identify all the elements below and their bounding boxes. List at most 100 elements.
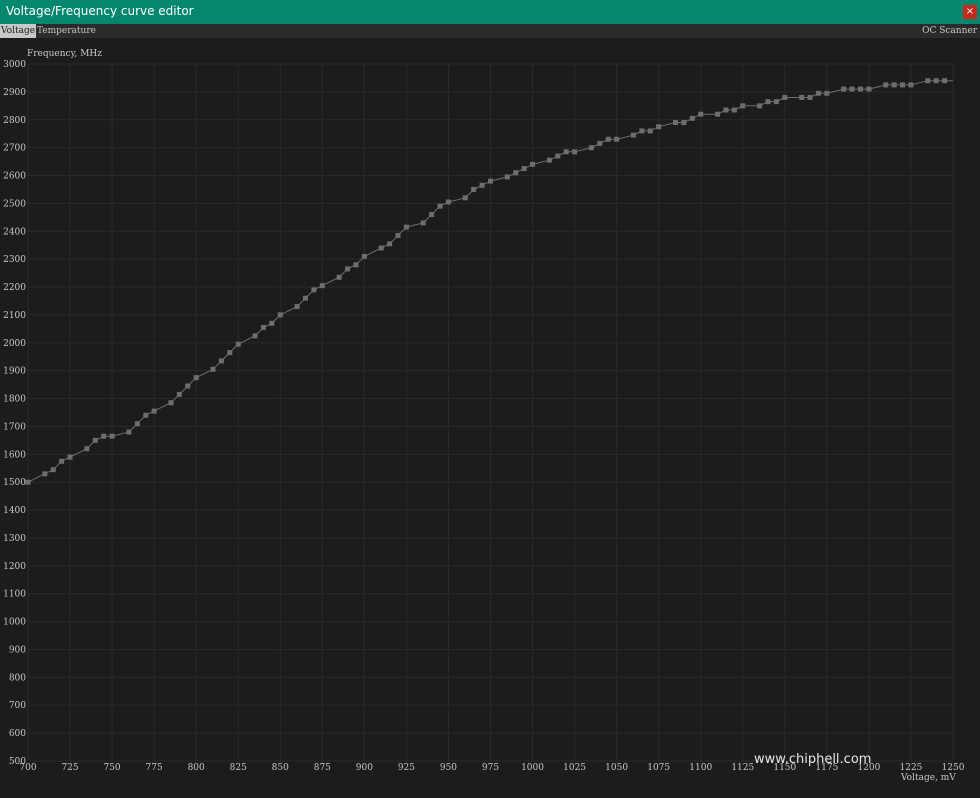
vf-point[interactable] [92, 437, 98, 443]
vf-point[interactable] [933, 78, 939, 84]
vf-point[interactable] [866, 86, 872, 92]
vf-point[interactable] [841, 86, 847, 92]
vf-point[interactable] [319, 283, 325, 289]
vf-point[interactable] [815, 90, 821, 96]
vf-point[interactable] [900, 82, 906, 88]
vf-point[interactable] [521, 166, 527, 172]
tab-voltage[interactable]: Voltage [0, 24, 37, 38]
vf-point[interactable] [588, 145, 594, 151]
vf-point[interactable] [908, 82, 914, 88]
vf-point[interactable] [311, 287, 317, 293]
oc-scanner-button[interactable]: OC Scanner [921, 24, 978, 38]
vf-point[interactable] [462, 195, 468, 201]
vf-point[interactable] [555, 153, 561, 159]
y-tick-label: 3000 [3, 60, 26, 70]
vf-point[interactable] [185, 383, 191, 389]
vf-point[interactable] [42, 471, 48, 477]
vf-point[interactable] [799, 94, 805, 100]
y-tick-label: 1700 [3, 422, 26, 432]
vf-point[interactable] [849, 86, 855, 92]
y-tick-label: 2000 [3, 339, 26, 349]
vf-point[interactable] [647, 128, 653, 134]
vf-point[interactable] [134, 421, 140, 427]
tab-temperature[interactable]: Temperature [36, 24, 97, 38]
vf-point[interactable] [630, 132, 636, 138]
vf-point[interactable] [773, 99, 779, 105]
vf-point[interactable] [740, 103, 746, 109]
vf-point[interactable] [504, 174, 510, 180]
vf-point[interactable] [260, 324, 266, 330]
vf-point[interactable] [513, 170, 519, 176]
vf-point[interactable] [824, 90, 830, 96]
vf-point[interactable] [252, 333, 258, 339]
vf-point[interactable] [546, 157, 552, 163]
vf-point[interactable] [656, 124, 662, 130]
vf-point[interactable] [572, 149, 578, 155]
vf-point[interactable] [723, 107, 729, 113]
vf-point[interactable] [109, 433, 115, 439]
vf-point[interactable] [479, 182, 485, 188]
vf-point[interactable] [471, 186, 477, 192]
vf-point[interactable] [25, 479, 31, 485]
vf-point[interactable] [765, 99, 771, 105]
close-button[interactable]: × [963, 5, 977, 19]
vf-point[interactable] [151, 408, 157, 414]
vf-point[interactable] [563, 149, 569, 155]
y-tick-label: 2800 [3, 116, 26, 126]
vf-point[interactable] [698, 111, 704, 117]
vf-point[interactable] [378, 245, 384, 251]
vf-point[interactable] [673, 120, 678, 126]
vf-point[interactable] [277, 312, 283, 318]
vf-point[interactable] [303, 295, 308, 301]
vf-point[interactable] [235, 341, 241, 347]
vf-point[interactable] [168, 400, 174, 406]
vf-point[interactable] [420, 220, 426, 226]
vf-point[interactable] [353, 262, 359, 268]
vf-point[interactable] [925, 78, 931, 84]
vf-point[interactable] [639, 128, 645, 134]
vf-point[interactable] [614, 136, 620, 142]
vf-point[interactable] [395, 232, 401, 238]
vf-point[interactable] [210, 366, 216, 372]
vf-point[interactable] [782, 94, 788, 100]
vf-point[interactable] [883, 82, 889, 88]
vf-point[interactable] [605, 136, 611, 142]
vf-curve-svg[interactable]: 5006007008009001000110012001300140015001… [0, 38, 980, 794]
vf-point[interactable] [143, 412, 149, 418]
vf-point[interactable] [681, 120, 687, 126]
vf-point[interactable] [942, 78, 948, 84]
vf-point[interactable] [715, 111, 721, 117]
vf-point[interactable] [176, 391, 182, 397]
vf-point[interactable] [689, 115, 695, 121]
vf-point[interactable] [227, 350, 233, 356]
vf-point[interactable] [807, 94, 813, 100]
vf-point[interactable] [193, 375, 199, 381]
y-tick-label: 2100 [3, 311, 26, 321]
vf-point[interactable] [429, 212, 435, 218]
vf-point[interactable] [445, 199, 451, 205]
vf-point[interactable] [731, 107, 737, 113]
vf-point[interactable] [597, 140, 603, 146]
vf-point[interactable] [858, 86, 863, 92]
vf-point[interactable] [757, 103, 763, 109]
vf-point[interactable] [294, 304, 300, 310]
vf-point[interactable] [530, 161, 536, 167]
vf-point[interactable] [218, 358, 224, 364]
vf-point[interactable] [488, 178, 493, 184]
vf-point[interactable] [101, 433, 107, 439]
vf-point[interactable] [345, 266, 351, 272]
vf-point[interactable] [50, 467, 56, 473]
vf-point[interactable] [67, 454, 73, 460]
vf-point[interactable] [336, 274, 342, 280]
vf-point[interactable] [361, 253, 367, 259]
vf-point[interactable] [891, 82, 897, 88]
vf-curve-chart[interactable]: 500 600 700 800 900 1000 1100 1200 1300 1400 1500 1… [0, 38, 980, 794]
vf-point[interactable] [84, 446, 90, 452]
vf-point[interactable] [403, 224, 409, 230]
vf-point[interactable] [437, 203, 443, 209]
vf-point[interactable] [387, 241, 393, 247]
vf-point[interactable] [126, 429, 132, 435]
y-tick-label: 2700 [3, 144, 26, 154]
vf-point[interactable] [269, 320, 275, 326]
vf-point[interactable] [59, 458, 65, 464]
